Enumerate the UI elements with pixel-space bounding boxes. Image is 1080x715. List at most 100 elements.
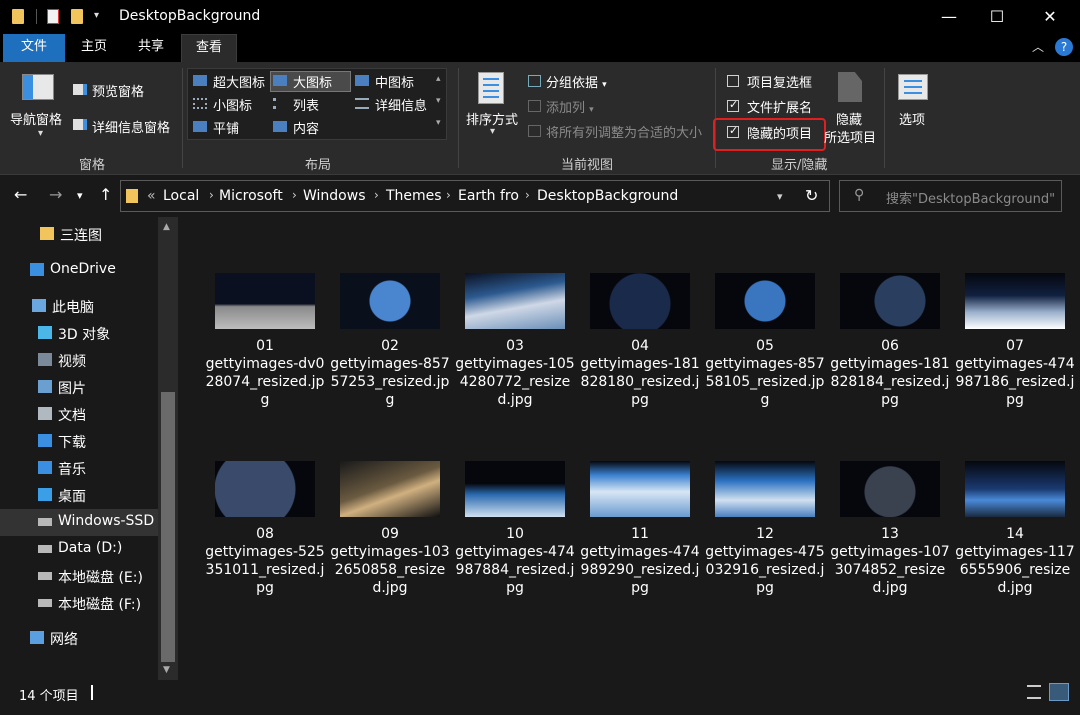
image-thumbnail[interactable] <box>840 273 940 329</box>
file-item[interactable]: 10 gettyimages-474987884_resized.jpg <box>455 461 575 631</box>
add-column-button[interactable]: 添加列 ▾ <box>546 97 594 116</box>
layout-content[interactable]: 内容 <box>293 118 319 137</box>
help-icon[interactable]: ? <box>1055 38 1073 56</box>
chevron-right-icon[interactable]: › <box>209 188 214 202</box>
sidebar-item[interactable]: 网络 <box>0 625 158 652</box>
gallery-expand-icon[interactable]: ▾ <box>436 118 441 128</box>
layout-tiles[interactable]: 平铺 <box>213 118 239 137</box>
image-thumbnail[interactable] <box>340 461 440 517</box>
image-thumbnail[interactable] <box>465 273 565 329</box>
image-thumbnail[interactable] <box>590 461 690 517</box>
properties-icon[interactable] <box>47 9 59 24</box>
file-item[interactable]: 02 gettyimages-85757253_resized.jpg <box>330 273 450 443</box>
up-arrow-icon[interactable]: ↑ <box>99 185 112 204</box>
sidebar-item[interactable]: 视频 <box>0 347 158 374</box>
hide-selected-label-line2[interactable]: 所选项目 <box>824 127 876 146</box>
file-item[interactable]: 01 gettyimages-dv028074_resized.jpg <box>205 273 325 443</box>
image-thumbnail[interactable] <box>215 273 315 329</box>
gallery-scroll-down-icon[interactable]: ▾ <box>436 96 441 106</box>
details-pane-button[interactable]: 详细信息窗格 <box>92 117 170 136</box>
file-item[interactable]: 11 gettyimages-474989290_resized.jpg <box>580 461 700 631</box>
file-item[interactable]: 09 gettyimages-1032650858_resized.jpg <box>330 461 450 631</box>
chevron-right-icon[interactable]: › <box>446 188 451 202</box>
image-thumbnail[interactable] <box>965 461 1065 517</box>
file-item[interactable]: 14 gettyimages-1176555906_resized.jpg <box>955 461 1075 631</box>
address-bar[interactable]: « Local › Microsoft › Windows › Themes ›… <box>120 180 830 212</box>
tab-view[interactable]: 查看 <box>181 34 237 62</box>
customize-quick-access-icon[interactable]: ▾ <box>94 10 99 21</box>
address-history-chevron-icon[interactable]: ▾ <box>777 190 783 203</box>
sidebar-item[interactable]: 文档 <box>0 401 158 428</box>
large-icons-view-icon[interactable] <box>1049 683 1069 701</box>
sidebar-scroll-thumb[interactable] <box>161 392 175 662</box>
fit-columns-button[interactable]: 将所有列调整为合适的大小 <box>546 122 702 141</box>
chevron-up-icon[interactable]: ︿ <box>1032 38 1044 55</box>
options-button[interactable]: 选项 <box>899 109 925 128</box>
image-thumbnail[interactable] <box>215 461 315 517</box>
sidebar-scrollbar[interactable]: ▲ ▼ <box>158 217 178 680</box>
sidebar-item[interactable]: 此电脑 <box>0 293 158 320</box>
breadcrumb-desktopbackground[interactable]: DesktopBackground <box>537 188 678 204</box>
breadcrumb-windows[interactable]: Windows <box>303 188 366 204</box>
file-item[interactable]: 08 gettyimages-525351011_resized.jpg <box>205 461 325 631</box>
new-folder-icon[interactable] <box>71 9 83 24</box>
image-thumbnail[interactable] <box>590 273 690 329</box>
group-by-button[interactable]: 分组依据 ▾ <box>546 72 607 91</box>
chevron-down-icon[interactable]: ▾ <box>38 128 43 139</box>
details-view-icon[interactable] <box>1027 685 1041 699</box>
file-extensions-checkbox[interactable] <box>727 98 739 112</box>
tab-home[interactable]: 主页 <box>66 34 122 62</box>
sort-by-icon[interactable] <box>478 72 504 104</box>
hide-selected-label-line1[interactable]: 隐藏 <box>836 109 862 128</box>
tab-share[interactable]: 共享 <box>122 34 180 62</box>
sidebar-item[interactable]: 三连图 <box>0 221 158 248</box>
sidebar-item[interactable]: 本地磁盘 (F:) <box>0 590 158 617</box>
item-checkboxes-checkbox[interactable] <box>727 75 739 87</box>
nav-pane-icon[interactable] <box>22 74 54 100</box>
search-box[interactable]: ⚲ 搜索"DesktopBackground" <box>839 180 1062 212</box>
sidebar-item[interactable]: OneDrive <box>0 257 158 284</box>
layout-large-icons[interactable]: 大图标 <box>293 72 332 91</box>
sidebar-item[interactable]: 本地磁盘 (E:) <box>0 563 158 590</box>
back-arrow-icon[interactable]: ← <box>14 185 27 204</box>
chevron-right-icon[interactable]: › <box>292 188 297 202</box>
file-item[interactable]: 03 gettyimages-1054280772_resized.jpg <box>455 273 575 443</box>
maximize-button[interactable]: ☐ <box>974 0 1020 34</box>
image-thumbnail[interactable] <box>340 273 440 329</box>
file-item[interactable]: 05 gettyimages-85758105_resized.jpg <box>705 273 825 443</box>
breadcrumb-themes[interactable]: Themes <box>386 188 442 204</box>
breadcrumb-microsoft[interactable]: Microsoft <box>219 188 283 204</box>
options-icon[interactable] <box>898 74 928 100</box>
layout-list[interactable]: 列表 <box>293 95 319 114</box>
layout-medium-icons[interactable]: 中图标 <box>375 72 414 91</box>
breadcrumb-earth[interactable]: Earth fro <box>458 188 519 204</box>
scroll-down-icon[interactable]: ▼ <box>163 665 170 675</box>
forward-arrow-icon[interactable]: → <box>49 185 62 204</box>
file-item[interactable]: 06 gettyimages-181828184_resized.jpg <box>830 273 950 443</box>
file-item[interactable]: 13 gettyimages-1073074852_resized.jpg <box>830 461 950 631</box>
file-item[interactable]: 04 gettyimages-181828180_resized.jpg <box>580 273 700 443</box>
layout-small-icons[interactable]: 小图标 <box>213 95 252 114</box>
gallery-scroll-up-icon[interactable]: ▴ <box>436 74 441 84</box>
file-item[interactable]: 12 gettyimages-475032916_resized.jpg <box>705 461 825 631</box>
sidebar-item[interactable]: 音乐 <box>0 455 158 482</box>
hide-selected-icon[interactable] <box>838 72 862 102</box>
file-item[interactable]: 07 gettyimages-474987186_resized.jpg <box>955 273 1075 443</box>
layout-extra-large-icons[interactable]: 超大图标 <box>213 72 265 91</box>
tab-file[interactable]: 文件 <box>3 34 65 62</box>
sidebar-item[interactable]: 3D 对象 <box>0 320 158 347</box>
item-checkboxes-label[interactable]: 项目复选框 <box>747 72 812 91</box>
sidebar-item[interactable]: Data (D:) <box>0 536 158 563</box>
chevron-down-icon[interactable]: ▾ <box>490 126 495 137</box>
preview-pane-button[interactable]: 预览窗格 <box>92 81 144 100</box>
nav-pane-button[interactable]: 导航窗格 <box>10 109 62 128</box>
refresh-icon[interactable]: ↻ <box>805 186 818 205</box>
minimize-button[interactable]: — <box>926 0 972 34</box>
chevron-right-icon[interactable]: › <box>374 188 379 202</box>
file-extensions-label[interactable]: 文件扩展名 <box>747 97 812 116</box>
recent-locations-chevron-icon[interactable]: ▾ <box>77 189 83 202</box>
image-thumbnail[interactable] <box>465 461 565 517</box>
image-thumbnail[interactable] <box>840 461 940 517</box>
layout-details[interactable]: 详细信息 <box>375 95 427 114</box>
sidebar-item[interactable]: 下载 <box>0 428 158 455</box>
